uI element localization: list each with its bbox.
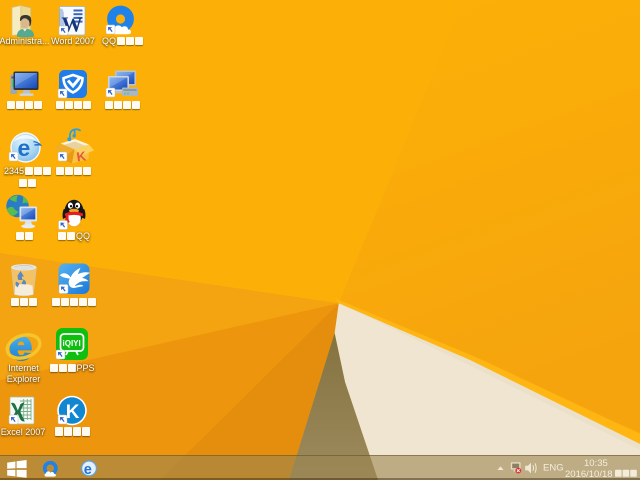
svg-text:ENG: ENG <box>543 463 564 474</box>
svg-text:2016/10/18: 2016/10/18 <box>565 469 613 480</box>
svg-text:e: e <box>84 462 92 478</box>
svg-text:10:35: 10:35 <box>584 458 608 469</box>
